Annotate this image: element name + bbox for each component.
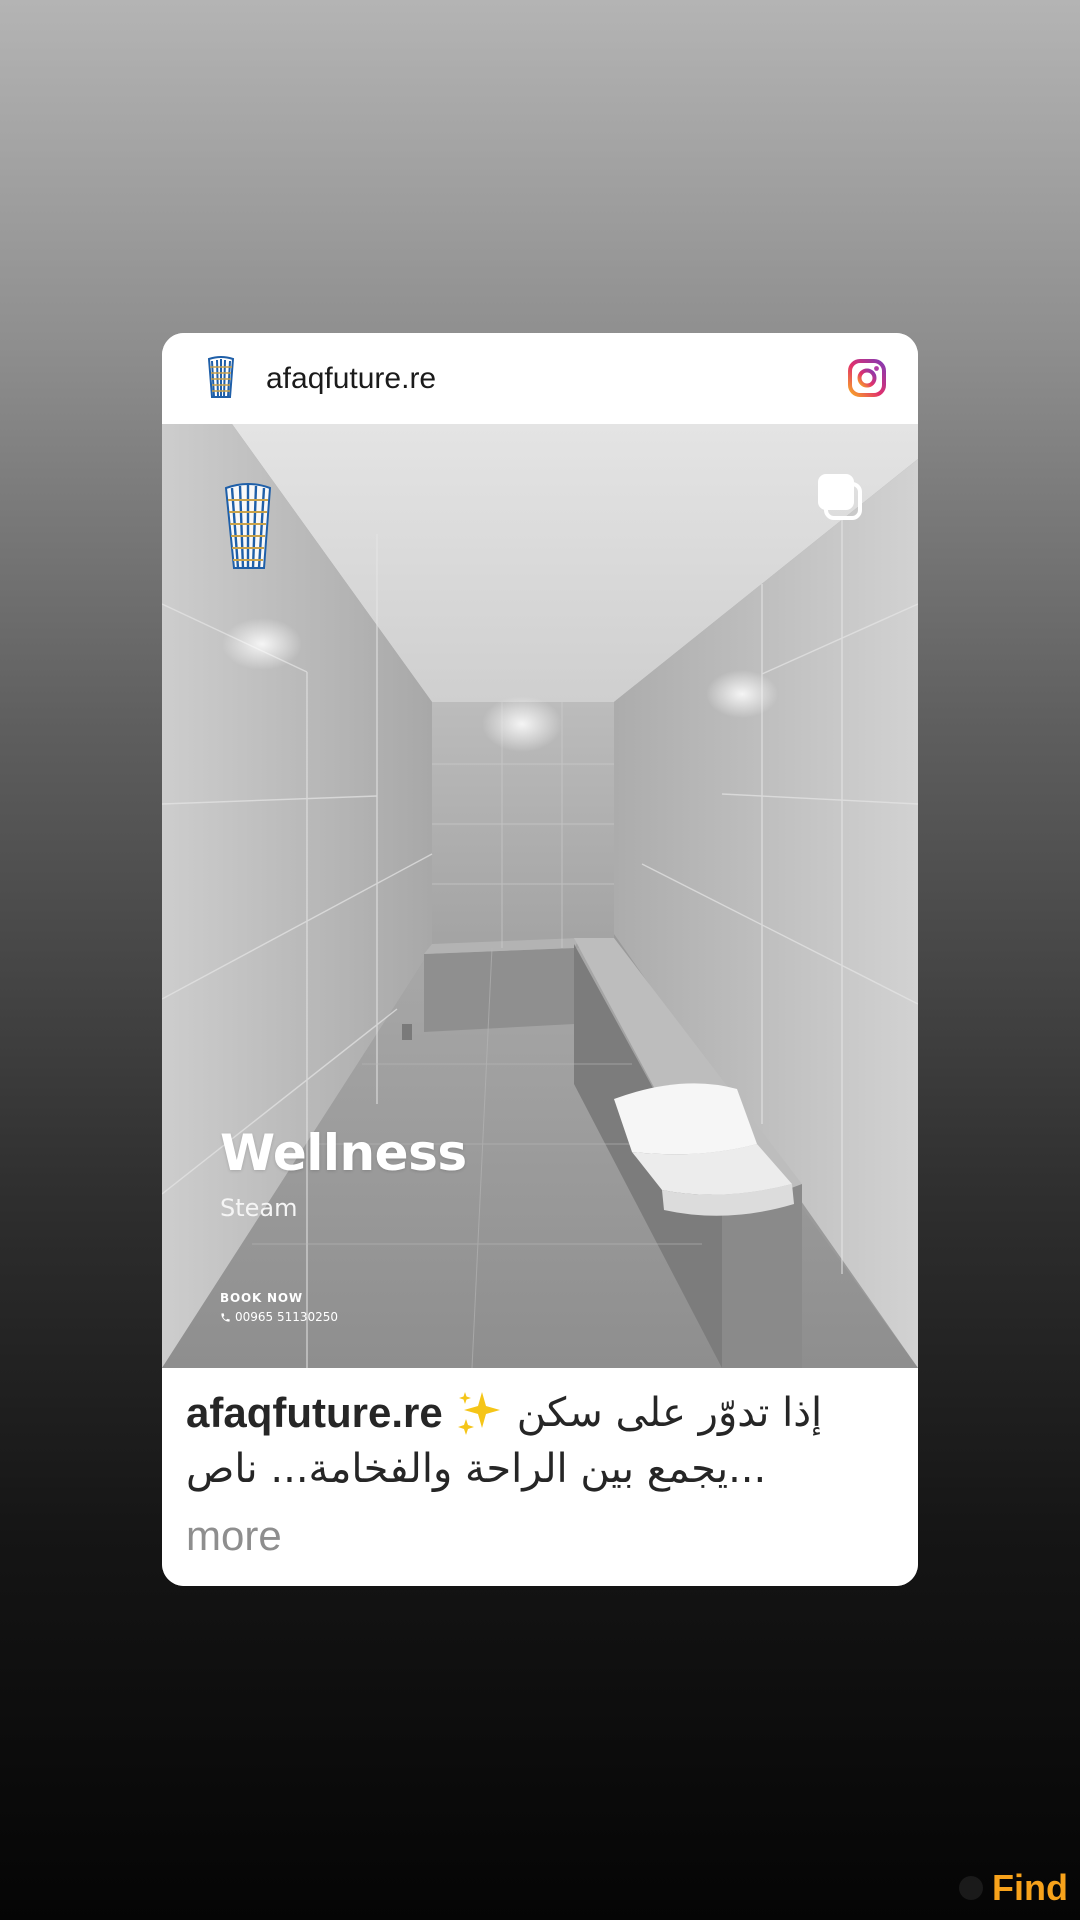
- phone-icon: [220, 1312, 231, 1323]
- media-title: Wellness: [220, 1124, 467, 1182]
- search-circle-icon: [958, 1875, 984, 1901]
- find-label[interactable]: Find: [992, 1867, 1068, 1909]
- post-card: afaqfuture.re Wellness Steam BOOK NOW 00…: [162, 333, 918, 1586]
- instagram-icon[interactable]: [848, 359, 886, 397]
- caption-text-2: ...يجمع بين الراحة والفخامة... ناص: [186, 1446, 767, 1492]
- carousel-icon: [814, 470, 872, 528]
- caption-text-1: إذا تدوّر على سكن: [516, 1390, 823, 1436]
- post-caption: afaqfuture.re إذا تدوّر على سكن ...يجمع …: [162, 1368, 918, 1586]
- book-now-label: BOOK NOW: [220, 1291, 303, 1305]
- caption-more-link[interactable]: more: [186, 1512, 282, 1560]
- building-logo-icon: [220, 478, 276, 574]
- find-overlay[interactable]: Find: [958, 1866, 1068, 1910]
- building-logo-icon[interactable]: [196, 353, 246, 403]
- sparkles-icon: [455, 1388, 505, 1438]
- post-header: afaqfuture.re: [162, 333, 918, 424]
- header-username[interactable]: afaqfuture.re: [266, 333, 436, 424]
- phone-number: 00965 51130250: [235, 1310, 339, 1324]
- post-media[interactable]: Wellness Steam BOOK NOW 00965 51130250: [162, 424, 918, 1368]
- media-subtitle: Steam: [220, 1194, 298, 1222]
- caption-username[interactable]: afaqfuture.re: [186, 1389, 443, 1437]
- phone-row: 00965 51130250: [220, 1310, 338, 1324]
- caption-line-1: afaqfuture.re إذا تدوّر على سكن: [186, 1386, 896, 1440]
